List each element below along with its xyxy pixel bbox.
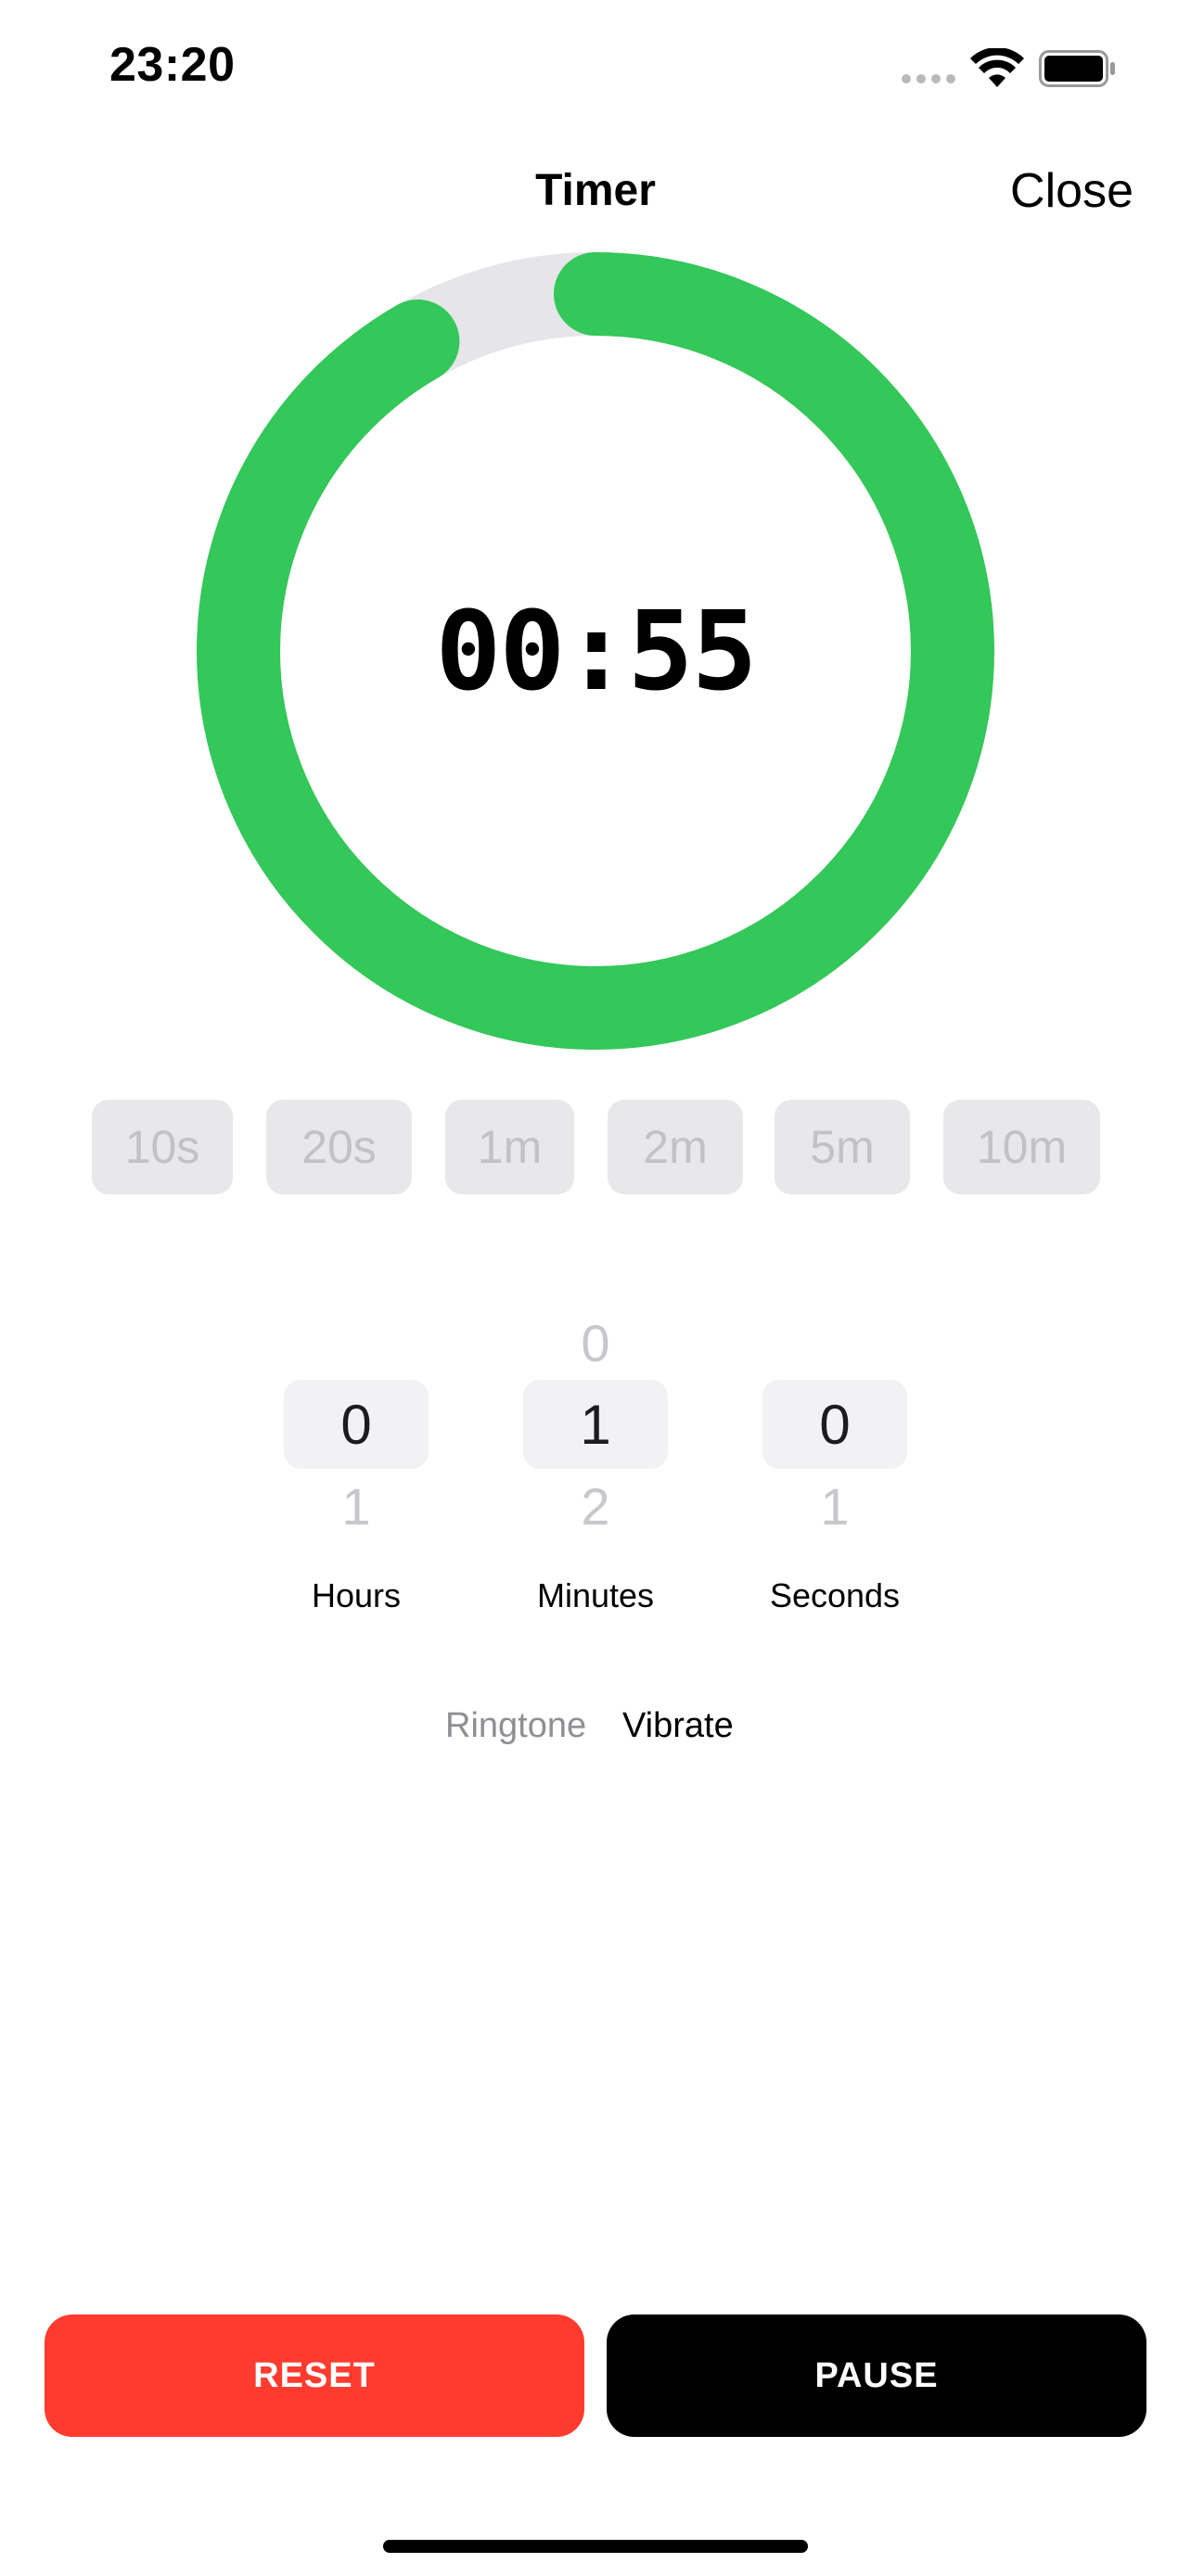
minutes-picker-value[interactable]: 1 [523,1380,668,1469]
preset-2m-button[interactable]: 2m [608,1100,743,1194]
cellular-signal-icon [902,74,957,83]
preset-10s-button[interactable]: 10s [92,1100,233,1194]
hours-label: Hours [311,1576,402,1614]
wifi-icon [970,48,1024,87]
close-button[interactable]: Close [1010,163,1133,219]
seconds-picker-value[interactable]: 0 [762,1380,907,1469]
home-indicator [383,2540,808,2553]
status-time: 23:20 [109,38,236,92]
mode-option-vibrate[interactable]: Vibrate [622,1706,734,1746]
minutes-picker-previous[interactable]: 0 [523,1313,668,1373]
preset-10m-button[interactable]: 10m [943,1100,1100,1194]
timer-countdown: 00:55 [435,587,757,715]
preset-5m-button[interactable]: 5m [775,1100,910,1194]
hours-picker-next[interactable]: 1 [284,1476,429,1537]
seconds-label: Seconds [769,1576,901,1614]
hours-picker-value[interactable]: 0 [284,1380,429,1469]
preset-20s-button[interactable]: 20s [266,1100,412,1194]
mode-option-ringtone[interactable]: Ringtone [445,1706,586,1746]
minutes-label: Minutes [536,1576,655,1614]
seconds-picker-next[interactable]: 1 [762,1476,907,1537]
pause-button[interactable]: PAUSE [607,2315,1146,2437]
preset-1m-button[interactable]: 1m [445,1100,574,1194]
minutes-picker-next[interactable]: 2 [523,1476,668,1537]
battery-icon [1039,50,1115,87]
reset-button[interactable]: RESET [45,2315,584,2437]
